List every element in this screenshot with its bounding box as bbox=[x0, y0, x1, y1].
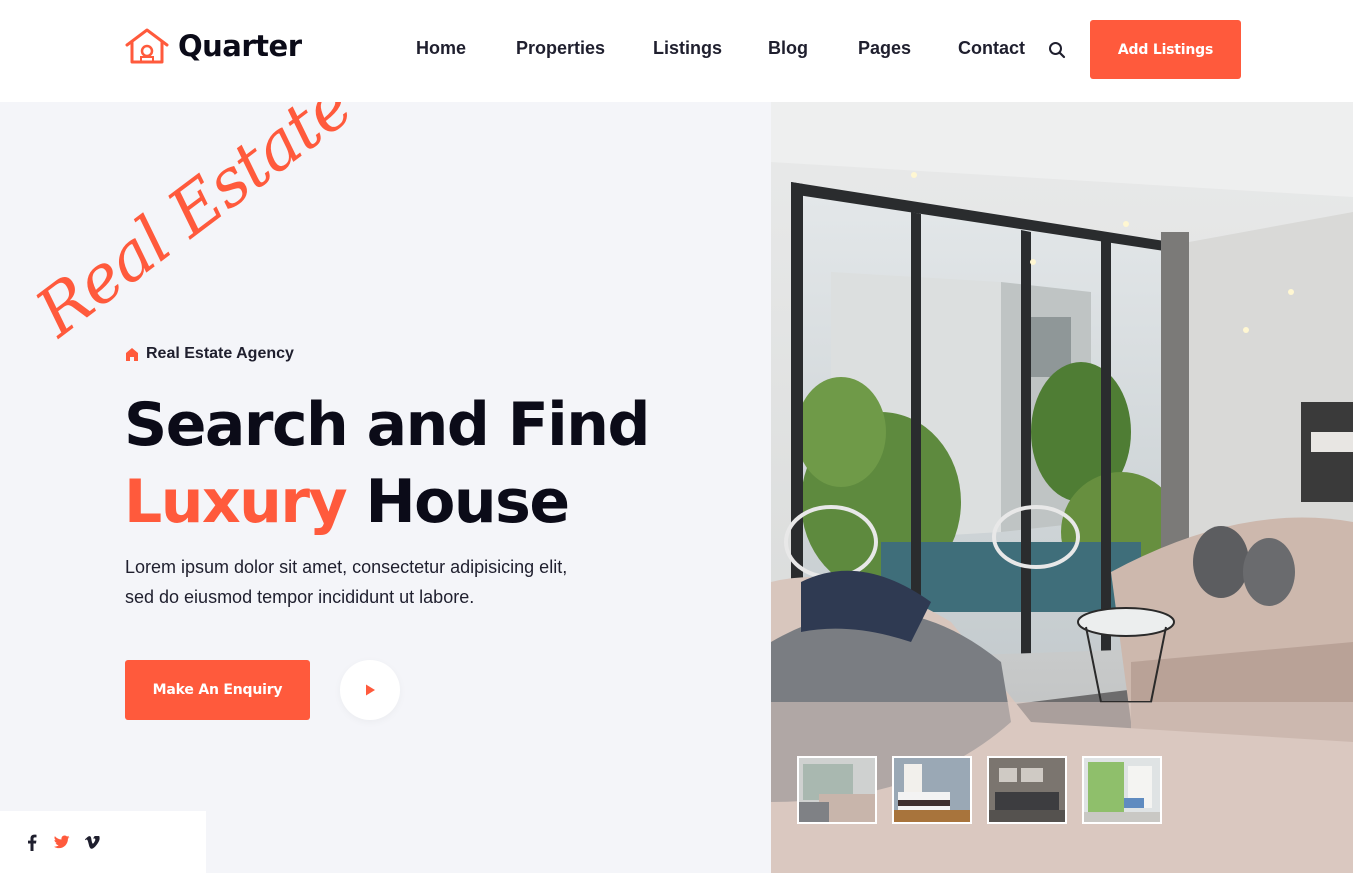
search-button[interactable] bbox=[1045, 38, 1069, 62]
brand-name: Quarter bbox=[178, 29, 302, 63]
page: Quarter Home Properties Listings Blog Pa… bbox=[0, 0, 1353, 873]
nav-listings[interactable]: Listings bbox=[653, 38, 768, 59]
twitter-icon bbox=[54, 835, 70, 849]
twitter-link[interactable] bbox=[54, 833, 70, 851]
house-logo-icon bbox=[125, 28, 169, 64]
house-icon bbox=[126, 347, 138, 361]
headline-rest: House bbox=[346, 467, 570, 537]
tagline: Real Estate Agency bbox=[125, 345, 294, 363]
vimeo-icon bbox=[84, 835, 100, 849]
site-header: Quarter Home Properties Listings Blog Pa… bbox=[0, 0, 1353, 102]
lounge-thumb[interactable] bbox=[987, 756, 1067, 824]
real-estate-script-text: Real Estate bbox=[22, 102, 366, 352]
nav-pages[interactable]: Pages bbox=[858, 38, 958, 59]
make-enquiry-button[interactable]: Make An Enquiry bbox=[125, 660, 310, 720]
nav-home[interactable]: Home bbox=[416, 38, 516, 59]
nav-properties[interactable]: Properties bbox=[516, 38, 653, 59]
description-line-2: sed do eiusmod tempor incididunt ut labo… bbox=[125, 587, 475, 607]
search-icon bbox=[1049, 42, 1066, 59]
balcony-thumb[interactable] bbox=[1082, 756, 1162, 824]
hero-photo bbox=[771, 102, 1353, 873]
hero-section: Real Estate Real Estate Agency Search an… bbox=[0, 102, 771, 873]
vimeo-link[interactable] bbox=[84, 833, 100, 851]
logo[interactable]: Quarter bbox=[124, 26, 302, 66]
add-listings-button[interactable]: Add Listings bbox=[1090, 20, 1241, 79]
living-room-thumb-image bbox=[799, 758, 875, 822]
facebook-icon bbox=[28, 834, 37, 851]
social-links bbox=[0, 811, 206, 873]
play-icon bbox=[366, 684, 375, 696]
nav-contact[interactable]: Contact bbox=[958, 38, 1048, 59]
bedroom-thumb[interactable] bbox=[892, 756, 972, 824]
lounge-thumb-image bbox=[989, 758, 1065, 822]
play-video-button[interactable] bbox=[340, 660, 400, 720]
hero-headline: Search and Find Luxury House bbox=[124, 387, 650, 541]
living-room-thumb[interactable] bbox=[797, 756, 877, 824]
main-nav: Home Properties Listings Blog Pages Cont… bbox=[416, 38, 1048, 59]
facebook-link[interactable] bbox=[24, 833, 40, 851]
tagline-text: Real Estate Agency bbox=[146, 345, 294, 362]
gallery-thumbnails bbox=[797, 756, 1162, 824]
headline-line-1: Search and Find bbox=[124, 390, 650, 460]
description-line-1: Lorem ipsum dolor sit amet, consectetur … bbox=[125, 557, 568, 577]
bedroom-thumb-image bbox=[894, 758, 970, 822]
nav-blog[interactable]: Blog bbox=[768, 38, 858, 59]
hero-description: Lorem ipsum dolor sit amet, consectetur … bbox=[125, 552, 605, 612]
headline-accent: Luxury bbox=[124, 467, 348, 537]
balcony-thumb-image bbox=[1084, 758, 1160, 822]
